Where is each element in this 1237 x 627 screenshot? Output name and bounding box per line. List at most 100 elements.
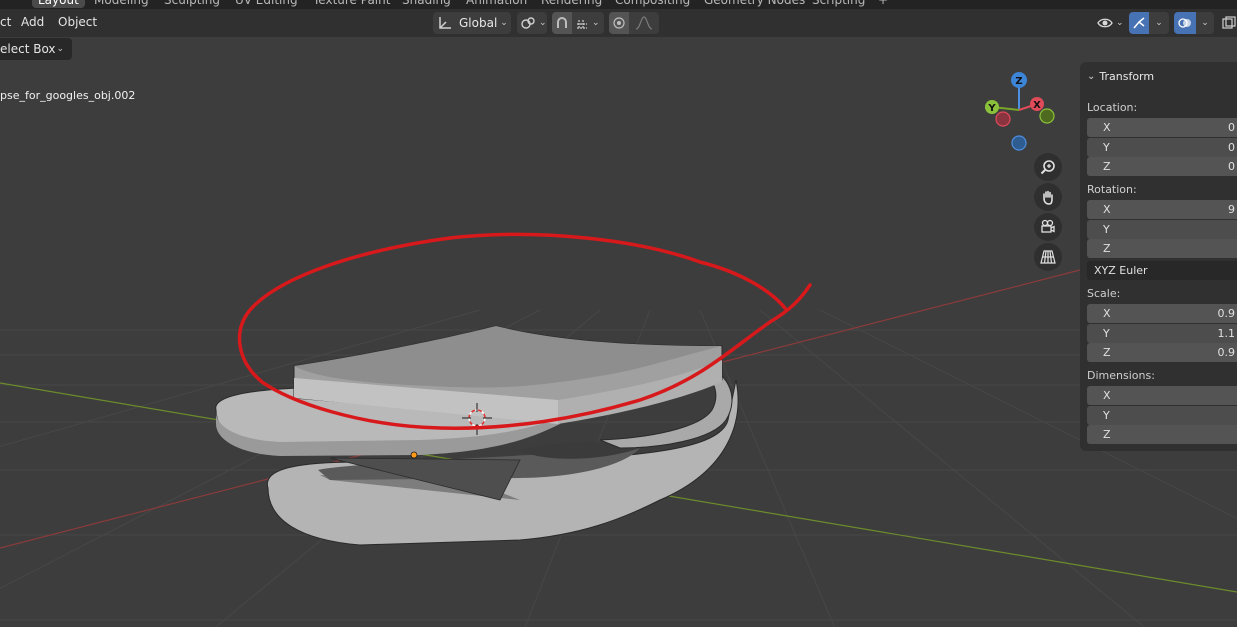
- axis-label: X: [1103, 121, 1111, 134]
- zoom-icon: [1040, 160, 1055, 175]
- overlays-toggle[interactable]: [1174, 12, 1196, 34]
- snap-target-dropdown[interactable]: ⌄: [572, 12, 604, 34]
- axis-label: Y: [1103, 327, 1110, 340]
- proportional-edit-toggle[interactable]: [609, 12, 629, 34]
- axis-label: Y: [1103, 141, 1110, 154]
- camera-view-button[interactable]: [1034, 213, 1062, 241]
- falloff-dropdown[interactable]: [629, 12, 659, 34]
- perspective-grid-icon: [1040, 250, 1056, 264]
- tab-uv-editing[interactable]: UV Editing: [235, 0, 298, 8]
- mesh-object[interactable]: [215, 325, 739, 546]
- overlays-dropdown[interactable]: ⌄: [1196, 12, 1214, 34]
- scale-label: Scale:: [1087, 287, 1121, 300]
- pivot-icon: [521, 17, 535, 29]
- axis-label: X: [1103, 307, 1111, 320]
- tab-more[interactable]: +: [878, 0, 888, 8]
- select-mode-dropdown[interactable]: elect Box ⌄: [0, 38, 72, 60]
- eye-icon: [1097, 18, 1113, 28]
- magnet-icon: [557, 17, 567, 28]
- chevron-down-icon: ⌄: [1087, 71, 1096, 82]
- field-value: 1.1: [1217, 327, 1236, 340]
- location-x-field[interactable]: X0: [1087, 118, 1237, 137]
- field-value: 0.9: [1217, 346, 1236, 359]
- tab-modeling[interactable]: Modeling: [94, 0, 149, 8]
- tab-rendering[interactable]: Rendering: [541, 0, 602, 8]
- visibility-dropdown[interactable]: ⌄: [1094, 12, 1124, 34]
- field-value: 9: [1228, 203, 1235, 216]
- gizmo-dropdown[interactable]: ⌄: [1149, 12, 1169, 34]
- tab-compositing[interactable]: Compositing: [615, 0, 690, 8]
- gizmo-x-label: X: [1033, 100, 1041, 111]
- hand-icon: [1043, 190, 1053, 205]
- dimensions-label: Dimensions:: [1087, 369, 1155, 382]
- field-value: 0: [1228, 160, 1235, 173]
- rotation-y-field[interactable]: Y: [1087, 220, 1237, 239]
- xray-toggle[interactable]: [1221, 12, 1237, 34]
- snap-increment-icon: [577, 20, 587, 29]
- tab-texture-paint[interactable]: Texture Paint: [313, 0, 390, 8]
- axis-label: X: [1103, 203, 1111, 216]
- gizmo-z-label: Z: [1015, 76, 1022, 87]
- transform-panel: ⌄ Transform Location: X0 Y0 Z0 Rotation:…: [1080, 62, 1237, 451]
- tab-layout[interactable]: Layout: [32, 0, 85, 8]
- chevron-down-icon: ⌄: [539, 18, 547, 28]
- menu-select[interactable]: ct: [0, 15, 11, 29]
- chevron-down-icon: ⌄: [1201, 18, 1209, 28]
- dimensions-z-field[interactable]: Z: [1087, 425, 1237, 444]
- gizmo-neg-x[interactable]: [995, 111, 1011, 127]
- transform-header[interactable]: ⌄ Transform: [1087, 70, 1154, 83]
- location-y-field[interactable]: Y0: [1087, 138, 1237, 157]
- falloff-curve-icon: [635, 16, 653, 30]
- perspective-toggle-button[interactable]: [1034, 243, 1062, 271]
- proportional-edit-icon: [613, 17, 625, 29]
- viewport-3d[interactable]: Z X Y: [0, 37, 1237, 627]
- rotation-mode-dropdown[interactable]: XYZ Euler: [1087, 261, 1237, 280]
- snap-toggle[interactable]: [552, 12, 572, 34]
- viewport-header: ct Add Object Global ⌄ ⌄ ⌄ ⌄ ⌄ ⌄: [0, 9, 1237, 37]
- menu-add[interactable]: Add: [21, 15, 44, 29]
- axis-label: X: [1103, 389, 1111, 402]
- scale-z-field[interactable]: Z 0.9: [1087, 343, 1237, 362]
- chevron-down-icon: ⌄: [1155, 18, 1163, 28]
- tab-shading[interactable]: Shading: [402, 0, 451, 8]
- field-value: 0: [1228, 121, 1235, 134]
- scale-y-field[interactable]: Y 1.1: [1087, 324, 1237, 343]
- select-mode-label: elect Box: [0, 42, 56, 56]
- axis-label: Y: [1103, 409, 1110, 422]
- tab-sculpting[interactable]: Sculpting: [164, 0, 220, 8]
- tab-scripting[interactable]: Scripting: [812, 0, 865, 8]
- overlays-icon: [1178, 18, 1191, 28]
- pan-button[interactable]: [1034, 183, 1062, 211]
- dimensions-x-field[interactable]: X: [1087, 386, 1237, 405]
- rotation-mode-value: XYZ Euler: [1094, 264, 1148, 277]
- axis-label: Y: [1103, 223, 1110, 236]
- gizmo-neg-y[interactable]: [1039, 108, 1055, 124]
- workspace-tabs: Layout Modeling Sculpting UV Editing Tex…: [0, 0, 1237, 9]
- axis-label: Z: [1103, 346, 1111, 359]
- axis-label: Z: [1103, 160, 1111, 173]
- rotation-z-field[interactable]: Z: [1087, 239, 1237, 258]
- xray-icon: [1222, 16, 1236, 29]
- pivot-dropdown[interactable]: ⌄: [517, 12, 547, 34]
- gizmo-neg-z[interactable]: [1011, 135, 1027, 151]
- field-value: 0.9: [1217, 307, 1236, 320]
- orientation-dropdown[interactable]: Global ⌄: [433, 12, 511, 34]
- zoom-button[interactable]: [1034, 153, 1062, 181]
- chevron-down-icon: ⌄: [56, 44, 64, 54]
- field-value: 0: [1228, 141, 1235, 154]
- tab-animation[interactable]: Animation: [466, 0, 527, 8]
- tab-geometry-nodes[interactable]: Geometry Nodes: [704, 0, 805, 8]
- chevron-down-icon: ⌄: [500, 18, 508, 28]
- orientation-value: Global: [459, 16, 498, 30]
- navigation-gizmo[interactable]: Z X Y: [985, 72, 1055, 151]
- rotation-x-field[interactable]: X9: [1087, 200, 1237, 219]
- axis-label: Z: [1103, 428, 1111, 441]
- dimensions-y-field[interactable]: Y: [1087, 406, 1237, 425]
- chevron-down-icon: ⌄: [592, 18, 600, 28]
- scale-x-field[interactable]: X 0.9: [1087, 304, 1237, 323]
- location-label: Location:: [1087, 101, 1138, 114]
- transform-orientation-icon: [439, 17, 451, 29]
- gizmo-toggle[interactable]: [1129, 12, 1149, 34]
- location-z-field[interactable]: Z0: [1087, 157, 1237, 176]
- menu-object[interactable]: Object: [58, 15, 97, 29]
